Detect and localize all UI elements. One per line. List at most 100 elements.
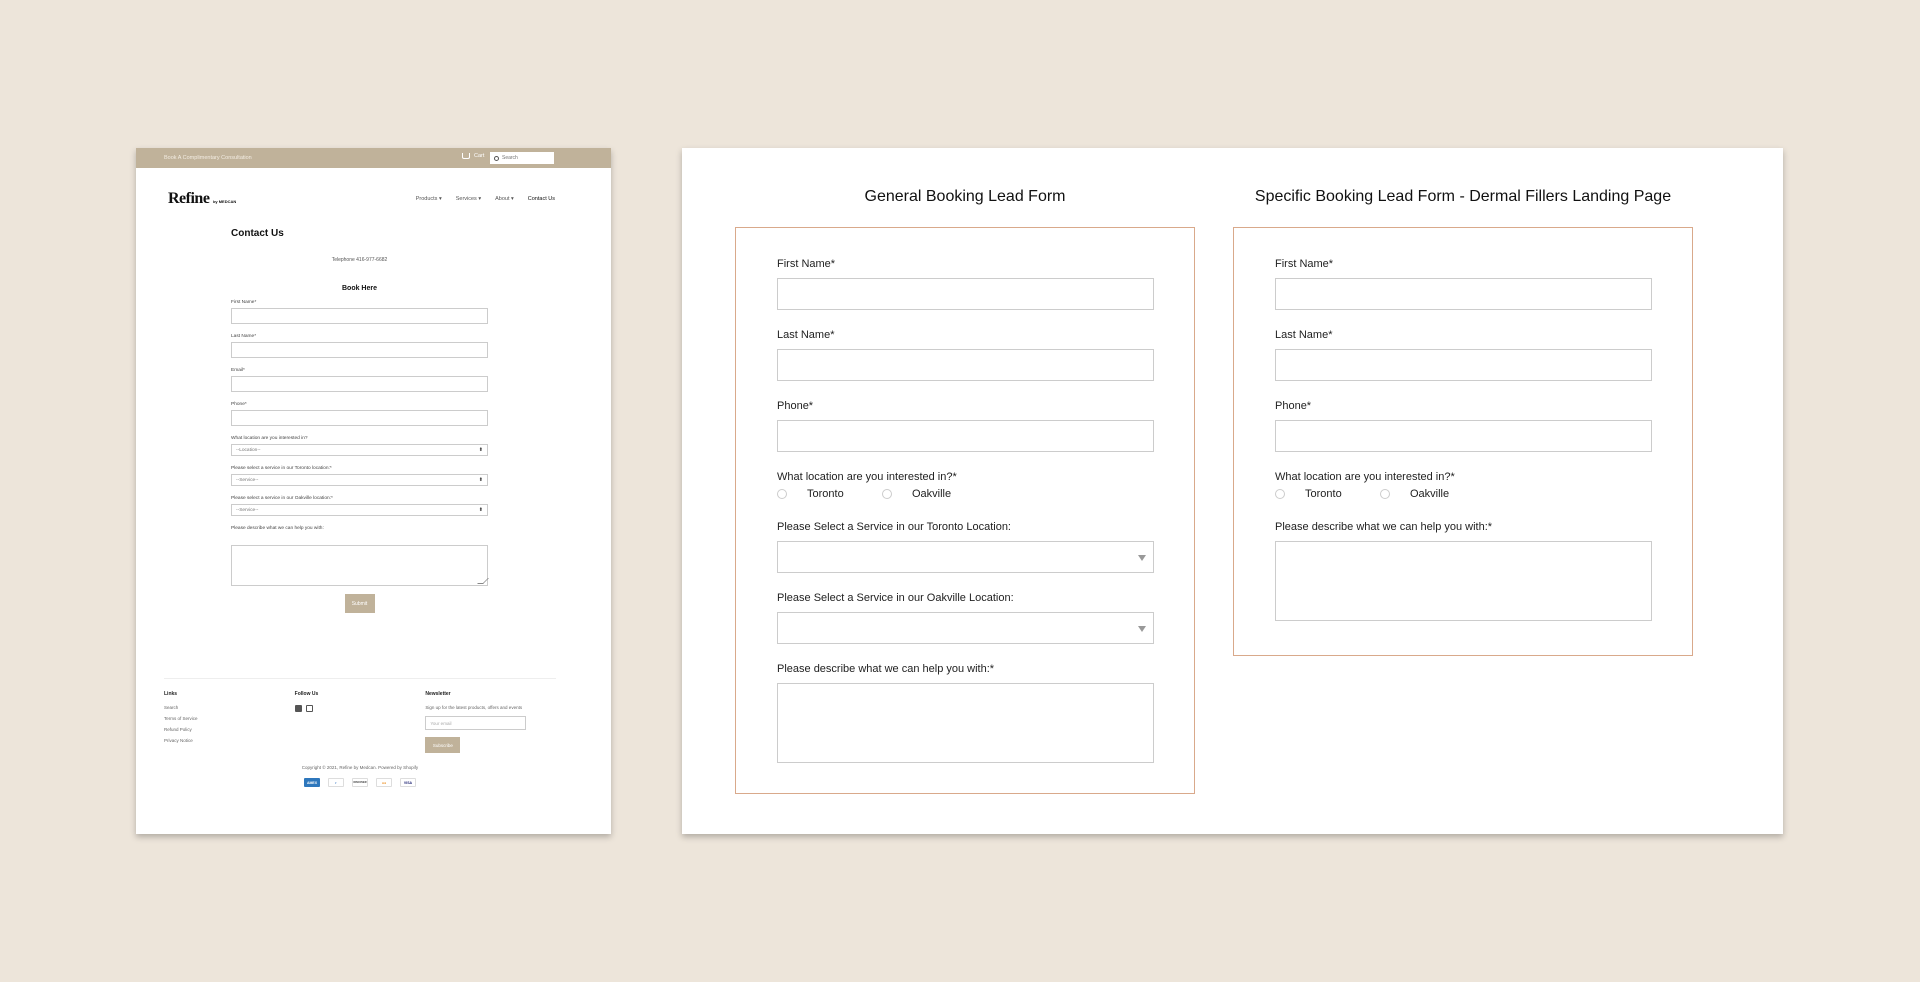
last-name-label: Last Name* bbox=[231, 334, 257, 339]
g-oakville-service-label: Please Select a Service in our Oakville … bbox=[777, 592, 1014, 604]
g-oakville-service-select[interactable] bbox=[777, 612, 1154, 644]
main-nav: Products ▾ Services ▾ About ▾ Contact Us bbox=[416, 196, 555, 202]
newsletter-text: Sign up for the latest products, offers … bbox=[425, 705, 523, 710]
phone-label: Phone* bbox=[231, 402, 247, 407]
email-input[interactable] bbox=[231, 376, 488, 392]
specific-form-title: Specific Booking Lead Form - Dermal Fill… bbox=[1254, 188, 1672, 205]
g-toronto-service-label: Please Select a Service in our Toronto L… bbox=[777, 521, 1011, 533]
g-describe-label: Please describe what we can help you wit… bbox=[777, 663, 995, 675]
footer-link-terms[interactable]: Terms of Service bbox=[164, 716, 295, 721]
g-location-label: What location are you interested in?* bbox=[777, 471, 957, 483]
s-location-label: What location are you interested in?* bbox=[1275, 471, 1455, 483]
dropdown-arrow-icon bbox=[1138, 555, 1146, 561]
radio-circle[interactable] bbox=[1380, 489, 1390, 499]
g-first-name-label: First Name* bbox=[777, 258, 836, 270]
cart-icon bbox=[462, 153, 470, 159]
s-describe-textarea[interactable] bbox=[1275, 541, 1652, 621]
discover-icon: DISCOVER bbox=[352, 778, 368, 787]
links-heading: Links bbox=[164, 691, 178, 697]
diners-icon: ◐ bbox=[328, 778, 344, 787]
describe-label: Please describe what we can help you wit… bbox=[231, 526, 324, 531]
nav-services[interactable]: Services ▾ bbox=[456, 196, 481, 202]
toronto-service-select[interactable]: --Service-- ⬍ bbox=[231, 474, 488, 486]
s-last-name-input[interactable] bbox=[1275, 349, 1652, 381]
nav-about[interactable]: About ▾ bbox=[495, 196, 514, 202]
toronto-service-label: Please select a service in our Toronto l… bbox=[231, 466, 332, 471]
nav-contact[interactable]: Contact Us bbox=[528, 196, 555, 202]
last-name-input[interactable] bbox=[231, 342, 488, 358]
announcement-bar: Book A Complimentary Consultation Cart bbox=[136, 148, 611, 168]
footer-links: Links Search Terms of Service Refund Pol… bbox=[164, 691, 295, 753]
form-comparison-card: General Booking Lead Form First Name* La… bbox=[682, 148, 1783, 834]
s-radio-toronto[interactable]: Toronto bbox=[1275, 488, 1342, 500]
resize-grip-icon[interactable] bbox=[477, 578, 489, 584]
g-first-name-input[interactable] bbox=[777, 278, 1154, 310]
instagram-icon[interactable] bbox=[305, 705, 313, 712]
cart-label: Cart bbox=[474, 153, 485, 159]
facebook-icon[interactable] bbox=[294, 705, 302, 712]
nav-products[interactable]: Products ▾ bbox=[416, 196, 442, 202]
describe-textarea[interactable] bbox=[231, 545, 489, 586]
g-last-name-input[interactable] bbox=[777, 349, 1154, 381]
footer-follow: Follow Us bbox=[294, 691, 426, 753]
first-name-label: First Name* bbox=[231, 300, 257, 305]
g-last-name-label: Last Name* bbox=[777, 329, 835, 341]
footer-link-privacy[interactable]: Privacy Notice bbox=[164, 738, 295, 743]
s-phone-input[interactable] bbox=[1275, 420, 1652, 452]
submit-button[interactable]: Submit bbox=[344, 594, 375, 613]
specific-form: First Name* Last Name* Phone* What locat… bbox=[1233, 227, 1693, 656]
newsletter-email-input[interactable]: Your email bbox=[425, 716, 527, 730]
general-form-title: General Booking Lead Form bbox=[864, 188, 1066, 205]
page-title: Contact Us bbox=[231, 228, 284, 239]
select-arrows-icon: ⬍ bbox=[478, 507, 483, 513]
s-last-name-label: Last Name* bbox=[1275, 329, 1333, 341]
g-phone-input[interactable] bbox=[777, 420, 1154, 452]
radio-circle[interactable] bbox=[882, 489, 892, 499]
g-phone-label: Phone* bbox=[777, 400, 814, 412]
g-describe-textarea[interactable] bbox=[777, 683, 1154, 763]
payment-icons: AMEX ◐ DISCOVER ●● VISA bbox=[164, 778, 556, 787]
s-radio-oakville[interactable]: Oakville bbox=[1380, 488, 1449, 500]
s-describe-label: Please describe what we can help you wit… bbox=[1275, 521, 1493, 533]
telephone-text: Telephone 416-977-6682 bbox=[331, 257, 388, 263]
visa-icon: VISA bbox=[400, 778, 416, 787]
follow-heading: Follow Us bbox=[294, 691, 319, 697]
dropdown-arrow-icon bbox=[1138, 626, 1146, 632]
subscribe-button[interactable]: Subscribe bbox=[425, 737, 461, 753]
logo-sub: by MEDCAN bbox=[212, 199, 237, 204]
newsletter-heading: Newsletter bbox=[425, 691, 451, 697]
email-label: Email* bbox=[231, 368, 245, 373]
g-toronto-service-select[interactable] bbox=[777, 541, 1154, 573]
mastercard-icon: ●● bbox=[376, 778, 392, 787]
site-footer: Links Search Terms of Service Refund Pol… bbox=[164, 678, 556, 787]
select-arrows-icon: ⬍ bbox=[478, 447, 483, 453]
copyright-text: Copyright © 2021, Refine by Medcan. Powe… bbox=[301, 765, 419, 770]
search-icon bbox=[494, 155, 499, 161]
phone-input[interactable] bbox=[231, 410, 488, 426]
radio-circle[interactable] bbox=[777, 489, 787, 499]
location-select[interactable]: --Location-- ⬍ bbox=[231, 444, 488, 456]
oakville-service-select[interactable]: --Service-- ⬍ bbox=[231, 504, 488, 516]
s-phone-label: Phone* bbox=[1275, 400, 1312, 412]
g-radio-oakville[interactable]: Oakville bbox=[882, 488, 951, 500]
site-logo[interactable]: Refine by MEDCAN bbox=[168, 190, 236, 208]
radio-circle[interactable] bbox=[1275, 489, 1285, 499]
general-form: First Name* Last Name* Phone* What locat… bbox=[735, 227, 1195, 794]
s-first-name-input[interactable] bbox=[1275, 278, 1652, 310]
select-arrows-icon: ⬍ bbox=[478, 477, 483, 483]
book-here-heading: Book Here bbox=[341, 285, 377, 292]
location-label: What location are you interested in? bbox=[231, 436, 308, 441]
s-first-name-label: First Name* bbox=[1275, 258, 1334, 270]
oakville-service-label: Please select a service in our Oakville … bbox=[231, 496, 333, 501]
footer-link-search[interactable]: Search bbox=[164, 705, 295, 710]
footer-newsletter: Newsletter Sign up for the latest produc… bbox=[425, 691, 556, 753]
header-search[interactable] bbox=[490, 152, 554, 164]
footer-link-refund[interactable]: Refund Policy bbox=[164, 727, 295, 732]
g-radio-toronto[interactable]: Toronto bbox=[777, 488, 844, 500]
cart-link[interactable]: Cart bbox=[462, 153, 484, 159]
first-name-input[interactable] bbox=[231, 308, 488, 324]
search-input[interactable] bbox=[502, 155, 552, 161]
amex-icon: AMEX bbox=[304, 778, 320, 787]
site-header: Refine by MEDCAN Products ▾ Services ▾ A… bbox=[136, 168, 611, 220]
website-mockup: Book A Complimentary Consultation Cart R… bbox=[136, 148, 611, 834]
